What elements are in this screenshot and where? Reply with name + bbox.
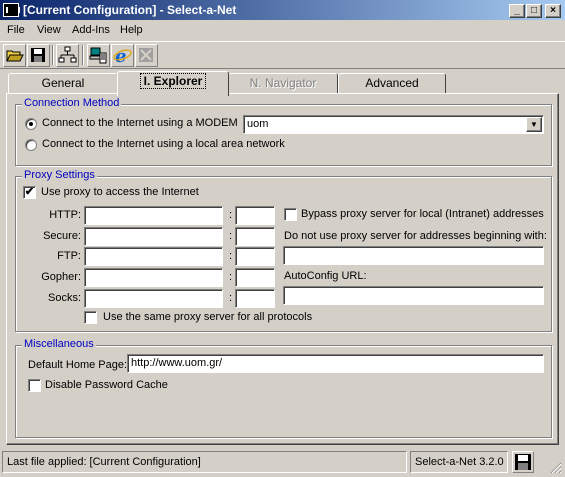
tab-n-navigator-label: N. Navigator <box>249 76 317 90</box>
autoconfig-label: AutoConfig URL: <box>284 270 367 282</box>
modem-connection-value: uom <box>247 118 269 130</box>
tab-advanced[interactable]: Advanced <box>338 73 446 94</box>
secure-label: Secure: <box>43 230 81 242</box>
network-button[interactable] <box>56 44 79 67</box>
tab-general-label: General <box>41 76 85 90</box>
lan-radio-label[interactable]: Connect to the Internet using a local ar… <box>42 138 285 150</box>
size-grip-icon <box>550 462 562 474</box>
computer-settings-icon <box>89 47 107 64</box>
menu-bar: File View Add-Ins Help <box>0 21 565 40</box>
modem-dropdown-button[interactable]: ▼ <box>526 117 542 132</box>
maximize-button[interactable]: □ <box>526 4 542 18</box>
save-button[interactable] <box>27 44 50 67</box>
menu-help[interactable]: Help <box>120 24 143 36</box>
open-folder-icon <box>6 50 24 62</box>
http-port-input[interactable] <box>235 206 275 225</box>
svg-text:e: e <box>115 46 126 66</box>
secure-port-input[interactable] <box>235 227 275 246</box>
connection-method-group <box>15 104 552 166</box>
toolbar: e <box>0 41 565 69</box>
disable-password-cache-label[interactable]: Disable Password Cache <box>45 379 168 391</box>
exceptions-label: Do not use proxy server for addresses be… <box>284 230 547 242</box>
netscape-navigator-button[interactable] <box>135 44 158 67</box>
computer-settings-button[interactable] <box>87 44 110 67</box>
internet-explorer-button[interactable]: e <box>111 44 134 67</box>
size-grip[interactable] <box>550 462 562 474</box>
use-proxy-checkbox[interactable]: ✔ <box>23 186 36 199</box>
menu-file[interactable]: File <box>7 24 25 36</box>
socks-label: Socks: <box>47 292 81 304</box>
open-button[interactable] <box>3 44 26 67</box>
socks-port-input[interactable] <box>235 289 275 308</box>
gopher-address-input[interactable] <box>84 268 223 287</box>
network-icon <box>58 46 77 63</box>
tab-general[interactable]: General <box>8 73 118 94</box>
ftp-port-input[interactable] <box>235 247 275 266</box>
modem-connection-select[interactable]: uom <box>243 115 544 134</box>
bypass-local-checkbox[interactable] <box>284 208 297 221</box>
app-icon[interactable] <box>3 3 20 17</box>
toolbar-separator <box>82 45 84 65</box>
modem-radio[interactable] <box>25 118 37 130</box>
gopher-port-input[interactable] <box>235 268 275 287</box>
minimize-button[interactable]: _ <box>509 4 525 18</box>
exceptions-input[interactable] <box>283 246 544 265</box>
menu-add-ins[interactable]: Add-Ins <box>72 24 110 36</box>
tab-panel-i-explorer: Connection Method Connect to the Interne… <box>6 93 559 445</box>
tab-n-navigator: N. Navigator <box>228 73 338 94</box>
save-disk-icon <box>515 454 531 470</box>
menu-view[interactable]: View <box>37 24 61 36</box>
connection-method-legend: Connection Method <box>22 97 122 109</box>
ftp-label: FTP: <box>57 250 81 262</box>
close-button[interactable]: × <box>545 4 561 18</box>
toolbar-separator <box>52 45 54 65</box>
autoconfig-url-input[interactable] <box>283 286 544 305</box>
secure-colon: : <box>229 230 233 242</box>
http-label: HTTP: <box>49 209 81 221</box>
tab-i-explorer-label: I. Explorer <box>139 73 207 89</box>
tab-i-explorer[interactable]: I. Explorer <box>117 71 229 96</box>
gopher-colon: : <box>229 271 233 283</box>
same-proxy-checkbox[interactable] <box>84 311 97 324</box>
socks-address-input[interactable] <box>84 289 223 308</box>
home-page-label: Default Home Page: <box>28 359 128 371</box>
status-version: Select-a-Net 3.2.0 <box>410 451 508 473</box>
use-proxy-label[interactable]: Use proxy to access the Internet <box>41 186 199 198</box>
http-address-input[interactable] <box>84 206 223 225</box>
status-save-button[interactable] <box>512 451 534 473</box>
disable-password-cache-checkbox[interactable] <box>28 379 41 392</box>
chevron-down-icon: ▼ <box>530 120 538 129</box>
same-proxy-label[interactable]: Use the same proxy server for all protoc… <box>103 311 312 323</box>
ftp-colon: : <box>229 250 233 262</box>
http-colon: : <box>229 209 233 221</box>
tab-advanced-label: Advanced <box>365 76 419 90</box>
ftp-address-input[interactable] <box>84 247 223 266</box>
proxy-settings-legend: Proxy Settings <box>22 169 97 181</box>
status-last-file: Last file applied: [Current Configuratio… <box>2 451 407 473</box>
bypass-local-label[interactable]: Bypass proxy server for local (Intranet)… <box>301 208 544 220</box>
secure-address-input[interactable] <box>84 227 223 246</box>
save-disk-icon <box>31 48 45 62</box>
lan-radio[interactable] <box>25 139 37 151</box>
title-bar[interactable]: [Current Configuration] - Select-a-Net _… <box>0 0 565 20</box>
gopher-label: Gopher: <box>41 271 81 283</box>
window-title: [Current Configuration] - Select-a-Net <box>23 3 237 17</box>
home-page-input[interactable]: http://www.uom.gr/ <box>127 354 544 373</box>
miscellaneous-legend: Miscellaneous <box>22 338 96 350</box>
netscape-navigator-icon <box>139 48 153 62</box>
internet-explorer-icon: e <box>113 46 132 67</box>
socks-colon: : <box>229 292 233 304</box>
modem-radio-label[interactable]: Connect to the Internet using a MODEM <box>42 117 238 129</box>
